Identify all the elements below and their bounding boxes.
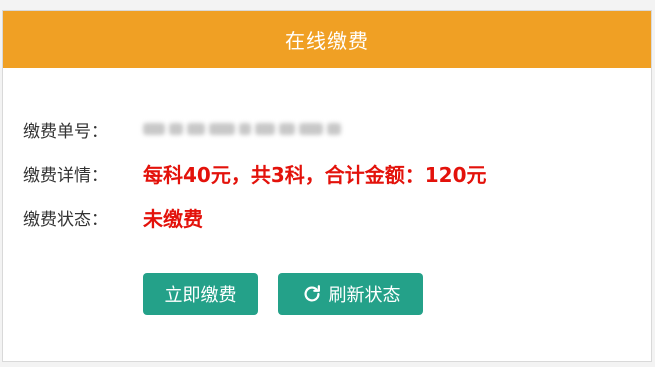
refresh-status-button[interactable]: 刷新状态 (278, 273, 423, 315)
status-label: 缴费状态： (23, 209, 108, 230)
details-value: 每科40元，共3科，合计金额：120元 (143, 162, 487, 187)
details-row: 缴费详情： 每科40元，共3科，合计金额：120元 (23, 158, 487, 188)
refresh-icon (301, 283, 323, 305)
status-row: 缴费状态： 未缴费 (23, 202, 203, 232)
panel-title: 在线缴费 (285, 29, 369, 53)
pay-now-button[interactable]: 立即缴费 (143, 273, 258, 315)
order-number-label: 缴费单号： (23, 121, 108, 142)
order-number-value-redacted (143, 118, 341, 140)
details-label: 缴费详情： (23, 165, 108, 186)
page-frame: 在线缴费 缴费单号： 缴费详情： 每科40元，共3科，合计金额：120元 缴费状… (0, 0, 655, 367)
status-value: 未缴费 (143, 206, 203, 231)
payment-panel: 在线缴费 缴费单号： 缴费详情： 每科40元，共3科，合计金额：120元 缴费状… (2, 10, 652, 362)
refresh-status-label: 刷新状态 (328, 285, 401, 306)
panel-header: 在线缴费 (3, 11, 651, 68)
order-number-row: 缴费单号： (23, 114, 341, 144)
pay-now-label: 立即缴费 (164, 285, 237, 306)
